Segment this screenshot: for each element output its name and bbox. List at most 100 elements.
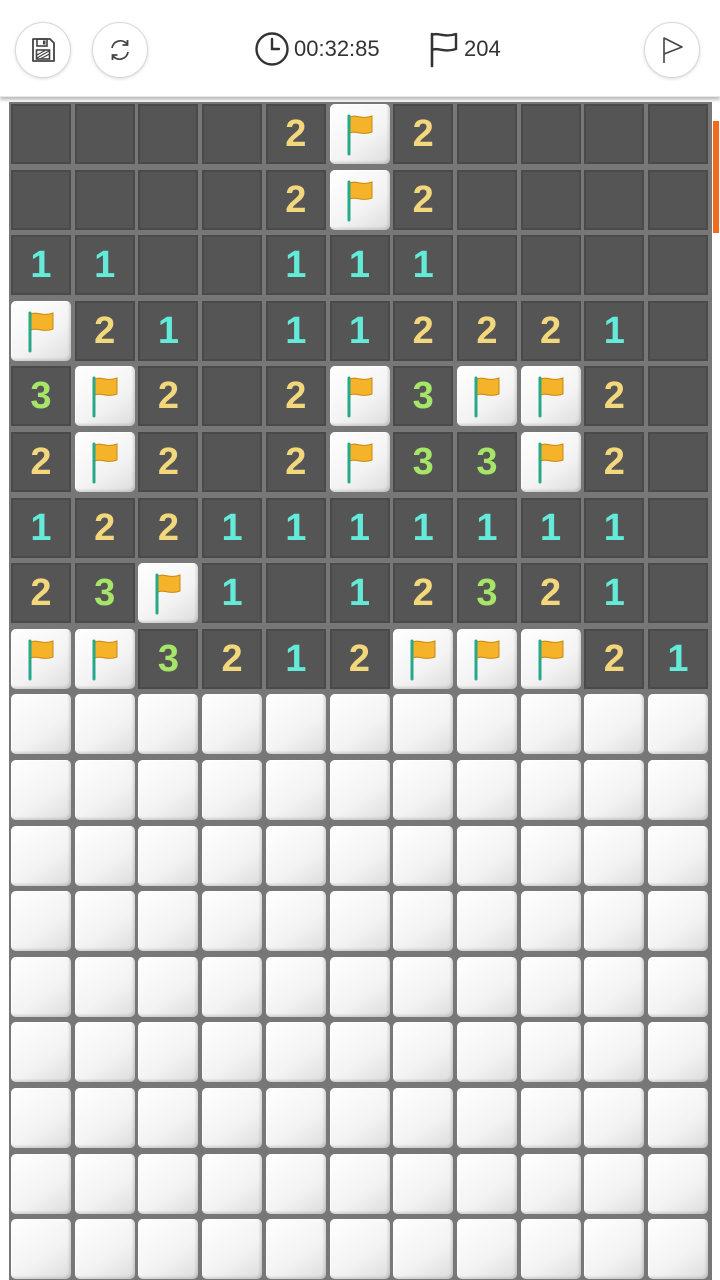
unopened-cell[interactable] — [11, 1219, 71, 1280]
opened-cell[interactable] — [648, 432, 708, 492]
restart-button[interactable] — [92, 22, 148, 78]
flagged-cell[interactable] — [74, 366, 135, 427]
number-cell[interactable]: 1 — [265, 300, 326, 361]
unopened-cell[interactable] — [584, 694, 645, 755]
unopened-cell[interactable] — [520, 1219, 581, 1280]
unopened-cell[interactable] — [584, 1219, 645, 1280]
opened-cell[interactable] — [584, 169, 645, 230]
number-cell[interactable]: 1 — [393, 235, 454, 296]
number-cell[interactable]: 3 — [393, 432, 454, 492]
number-cell[interactable]: 1 — [11, 235, 71, 296]
number-cell[interactable]: 1 — [648, 628, 708, 689]
number-cell[interactable]: 1 — [202, 497, 263, 558]
number-cell[interactable]: 2 — [138, 366, 199, 427]
unopened-cell[interactable] — [393, 1022, 454, 1083]
unopened-cell[interactable] — [393, 825, 454, 886]
number-cell[interactable]: 1 — [265, 497, 326, 558]
save-button[interactable] — [15, 22, 71, 78]
unopened-cell[interactable] — [74, 1022, 135, 1083]
number-cell[interactable]: 2 — [584, 628, 645, 689]
opened-cell[interactable] — [520, 169, 581, 230]
unopened-cell[interactable] — [393, 694, 454, 755]
unopened-cell[interactable] — [265, 1088, 326, 1148]
unopened-cell[interactable] — [74, 825, 135, 886]
number-cell[interactable]: 2 — [456, 300, 517, 361]
unopened-cell[interactable] — [265, 694, 326, 755]
unopened-cell[interactable] — [265, 1153, 326, 1214]
number-cell[interactable]: 1 — [265, 235, 326, 296]
opened-cell[interactable] — [74, 104, 135, 164]
number-cell[interactable]: 3 — [74, 563, 135, 624]
unopened-cell[interactable] — [202, 1088, 263, 1148]
opened-cell[interactable] — [138, 235, 199, 296]
unopened-cell[interactable] — [584, 1153, 645, 1214]
flagged-cell[interactable] — [329, 366, 390, 427]
unopened-cell[interactable] — [11, 760, 71, 820]
unopened-cell[interactable] — [11, 891, 71, 952]
unopened-cell[interactable] — [520, 891, 581, 952]
number-cell[interactable]: 3 — [138, 628, 199, 689]
unopened-cell[interactable] — [648, 1022, 708, 1083]
number-cell[interactable]: 2 — [11, 432, 71, 492]
unopened-cell[interactable] — [11, 1022, 71, 1083]
number-cell[interactable]: 2 — [265, 366, 326, 427]
unopened-cell[interactable] — [138, 825, 199, 886]
unopened-cell[interactable] — [202, 825, 263, 886]
unopened-cell[interactable] — [456, 760, 517, 820]
scrollbar-thumb[interactable] — [713, 121, 719, 233]
unopened-cell[interactable] — [584, 760, 645, 820]
number-cell[interactable]: 1 — [138, 300, 199, 361]
unopened-cell[interactable] — [138, 956, 199, 1017]
opened-cell[interactable] — [648, 300, 708, 361]
number-cell[interactable]: 2 — [520, 300, 581, 361]
unopened-cell[interactable] — [329, 1153, 390, 1214]
unopened-cell[interactable] — [393, 760, 454, 820]
number-cell[interactable]: 2 — [202, 628, 263, 689]
unopened-cell[interactable] — [74, 956, 135, 1017]
unopened-cell[interactable] — [74, 760, 135, 820]
unopened-cell[interactable] — [138, 1022, 199, 1083]
opened-cell[interactable] — [584, 235, 645, 296]
unopened-cell[interactable] — [393, 1088, 454, 1148]
unopened-cell[interactable] — [456, 891, 517, 952]
unopened-cell[interactable] — [584, 825, 645, 886]
unopened-cell[interactable] — [648, 1088, 708, 1148]
unopened-cell[interactable] — [74, 1153, 135, 1214]
unopened-cell[interactable] — [456, 1088, 517, 1148]
unopened-cell[interactable] — [265, 1219, 326, 1280]
number-cell[interactable]: 2 — [520, 563, 581, 624]
unopened-cell[interactable] — [265, 891, 326, 952]
unopened-cell[interactable] — [520, 1022, 581, 1083]
flagged-cell[interactable] — [11, 628, 71, 689]
flagged-cell[interactable] — [520, 628, 581, 689]
unopened-cell[interactable] — [74, 891, 135, 952]
opened-cell[interactable] — [11, 169, 71, 230]
unopened-cell[interactable] — [584, 1088, 645, 1148]
unopened-cell[interactable] — [648, 760, 708, 820]
flag-mode-button[interactable] — [644, 22, 700, 78]
opened-cell[interactable] — [138, 169, 199, 230]
opened-cell[interactable] — [456, 169, 517, 230]
unopened-cell[interactable] — [393, 1153, 454, 1214]
unopened-cell[interactable] — [648, 1153, 708, 1214]
number-cell[interactable]: 1 — [329, 497, 390, 558]
unopened-cell[interactable] — [584, 1022, 645, 1083]
unopened-cell[interactable] — [202, 694, 263, 755]
unopened-cell[interactable] — [138, 1153, 199, 1214]
unopened-cell[interactable] — [329, 760, 390, 820]
unopened-cell[interactable] — [456, 1219, 517, 1280]
opened-cell[interactable] — [202, 300, 263, 361]
opened-cell[interactable] — [202, 104, 263, 164]
number-cell[interactable]: 2 — [329, 628, 390, 689]
flagged-cell[interactable] — [138, 563, 199, 624]
flagged-cell[interactable] — [74, 628, 135, 689]
unopened-cell[interactable] — [520, 1088, 581, 1148]
unopened-cell[interactable] — [584, 956, 645, 1017]
unopened-cell[interactable] — [11, 694, 71, 755]
number-cell[interactable]: 1 — [584, 563, 645, 624]
opened-cell[interactable] — [11, 104, 71, 164]
number-cell[interactable]: 1 — [584, 300, 645, 361]
number-cell[interactable]: 1 — [329, 300, 390, 361]
opened-cell[interactable] — [202, 169, 263, 230]
unopened-cell[interactable] — [329, 891, 390, 952]
